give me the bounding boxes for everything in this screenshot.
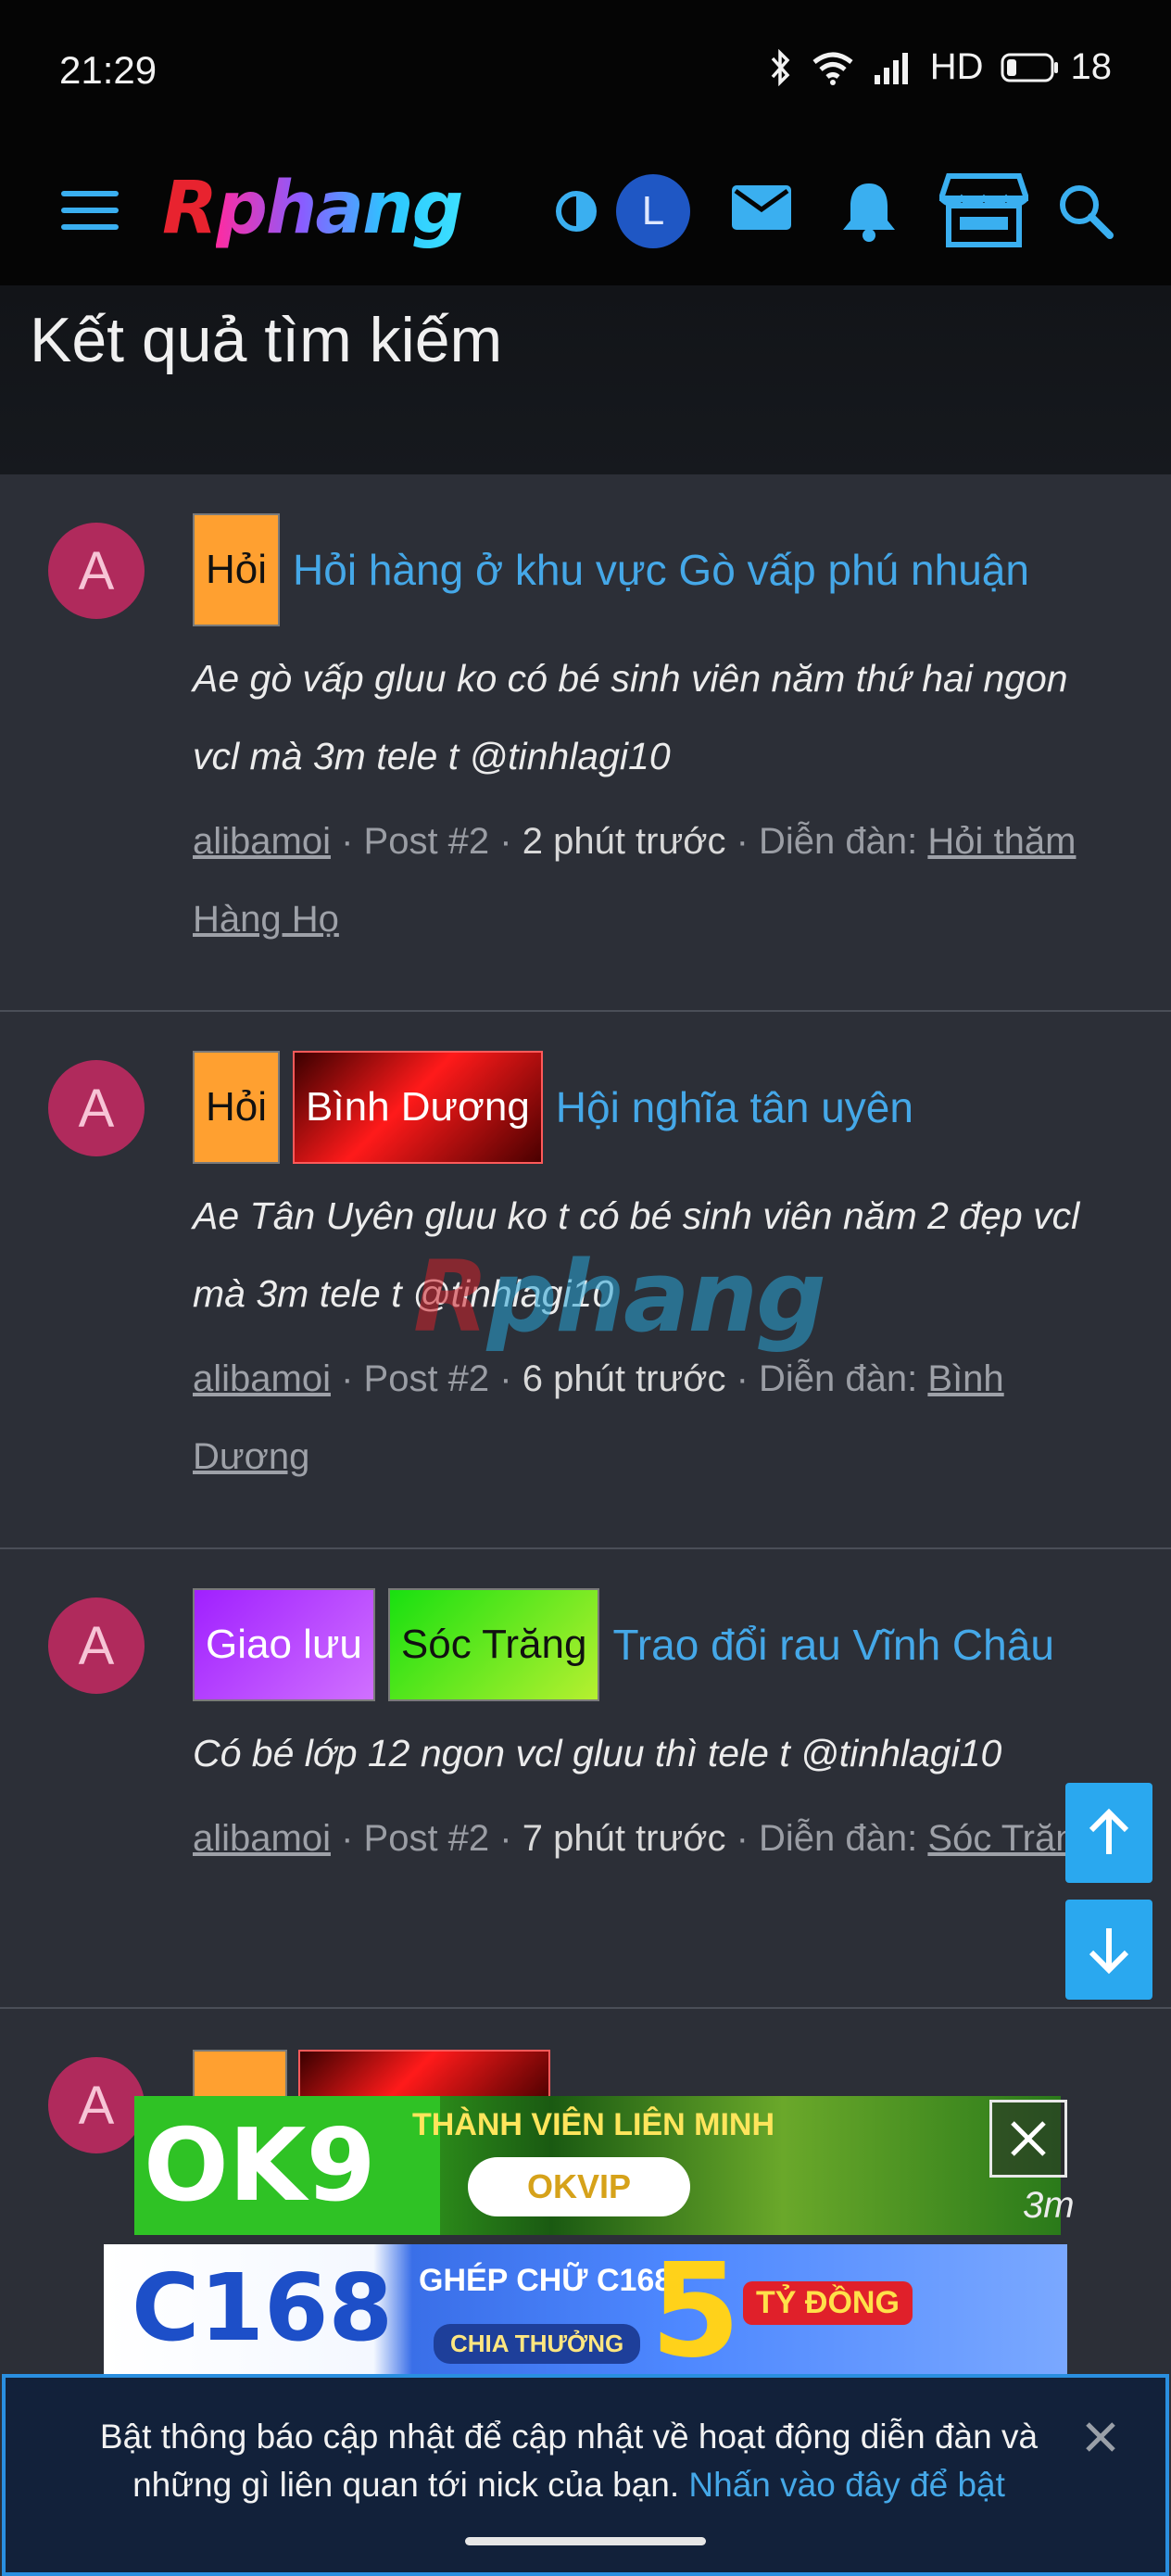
author-link[interactable]: alibamoi xyxy=(193,1818,331,1859)
page-title: Kết quả tìm kiếm xyxy=(30,305,503,375)
result-snippet: Có bé lớp 12 ngon vcl gluu thì tele t @t… xyxy=(193,1732,1002,1774)
forum-label: Diễn đàn: xyxy=(759,1358,918,1399)
ad-amount: 5 xyxy=(650,2244,741,2380)
result-title-line: Hỏi Hỏi hàng ở khu vực Gò vấp phú nhuận xyxy=(193,513,1115,626)
bell-icon[interactable] xyxy=(838,178,900,247)
author-link[interactable]: alibamoi xyxy=(193,1358,331,1399)
post-time: 6 phút trước xyxy=(522,1358,726,1399)
scroll-to-bottom-button[interactable] xyxy=(1065,1900,1152,2000)
ad-close-button[interactable] xyxy=(989,2100,1067,2178)
post-number: Post #2 xyxy=(363,821,490,862)
result-meta: alibamoi · Post #2 · 6 phút trước · Diễn… xyxy=(193,1358,1004,1477)
result-title-line: Giao lưu Sóc Trăng Trao đổi rau Vĩnh Châ… xyxy=(193,1588,1115,1701)
author-avatar[interactable]: A xyxy=(48,2057,145,2153)
notification-message: Bật thông báo cập nhật để cập nhật về ho… xyxy=(59,2413,1078,2509)
arrow-up-icon xyxy=(1089,1808,1129,1854)
result-content: Giao lưu Sóc Trăng Trao đổi rau Vĩnh Châ… xyxy=(193,1588,1115,1877)
author-avatar[interactable]: A xyxy=(48,1060,145,1156)
thread-title-link[interactable]: Trao đổi rau Vĩnh Châu xyxy=(612,1620,1053,1670)
push-notification-prompt: Bật thông báo cập nhật để cập nhật về ho… xyxy=(2,2374,1169,2576)
page-title-band: Kết quả tìm kiếm xyxy=(0,285,1171,474)
wifi-icon xyxy=(812,49,854,86)
home-indicator[interactable] xyxy=(465,2537,706,2545)
site-watermark: Rphang xyxy=(413,1240,826,1354)
result-snippet: Ae gò vấp gluu ko có bé sinh viên năm th… xyxy=(193,657,1068,777)
battery-icon xyxy=(1001,53,1058,82)
prefix-tag[interactable]: Hỏi xyxy=(193,1051,281,1164)
theme-toggle-icon[interactable] xyxy=(554,189,598,238)
prefix-tag[interactable]: Bình Dương xyxy=(293,1051,543,1164)
status-time: 21:29 xyxy=(59,48,157,92)
search-result: A Hỏi Hỏi hàng ở khu vực Gò vấp phú nhuậ… xyxy=(0,474,1171,1012)
result-content: Hỏi Hỏi hàng ở khu vực Gò vấp phú nhuận … xyxy=(193,513,1115,958)
forum-label: Diễn đàn: xyxy=(759,1818,918,1859)
menu-icon[interactable] xyxy=(59,187,120,238)
prefix-tag[interactable]: Sóc Trăng xyxy=(387,1588,600,1701)
site-header: Rphang L xyxy=(0,141,1171,285)
store-icon[interactable] xyxy=(937,172,1031,253)
battery-indicator: 18 xyxy=(1001,46,1113,88)
ad-subtitle: CHIA THƯỞNG xyxy=(434,2324,641,2364)
battery-level: 18 xyxy=(1070,46,1113,87)
ad-tagline: GHÉP CHỮ C168 xyxy=(419,2263,673,2298)
scroll-to-top-button[interactable] xyxy=(1065,1783,1152,1883)
post-number: Post #2 xyxy=(363,1358,490,1399)
mail-icon[interactable] xyxy=(730,182,793,238)
ad-unit: TỶ ĐỒNG xyxy=(743,2281,913,2325)
thread-title-link[interactable]: Hỏi hàng ở khu vực Gò vấp phú nhuận xyxy=(293,545,1029,595)
arrow-down-icon xyxy=(1089,1928,1129,1975)
author-avatar[interactable]: A xyxy=(48,523,145,619)
close-icon xyxy=(1011,2121,1046,2156)
notification-close-icon[interactable] xyxy=(1082,2418,1119,2460)
search-result: A Giao lưu Sóc Trăng Trao đổi rau Vĩnh C… xyxy=(0,1549,1171,2009)
search-icon[interactable] xyxy=(1056,182,1114,244)
post-number: Post #2 xyxy=(363,1818,490,1859)
prefix-tag[interactable]: Hỏi xyxy=(193,513,281,626)
covered-text: 3m xyxy=(1023,2185,1075,2226)
site-logo[interactable]: Rphang xyxy=(162,167,463,250)
signal-icon xyxy=(871,49,913,86)
result-meta: alibamoi · Post #2 · 7 phút trước · Diễn… xyxy=(193,1818,1097,1859)
ad-tagline: THÀNH VIÊN LIÊN MINH xyxy=(412,2107,774,2142)
author-link[interactable]: alibamoi xyxy=(193,821,331,862)
post-time: 2 phút trước xyxy=(522,821,726,862)
ad-brand: C168 xyxy=(132,2254,394,2362)
thread-title-link[interactable]: Hội nghĩa tân uyên xyxy=(556,1082,913,1132)
status-bar: 21:29 HD 18 xyxy=(0,0,1171,141)
post-time: 7 phút trước xyxy=(522,1818,726,1859)
ad-brand: OK9 xyxy=(134,2096,440,2235)
author-avatar[interactable]: A xyxy=(48,1597,145,1694)
user-avatar[interactable]: L xyxy=(616,174,690,248)
prefix-tag[interactable]: Giao lưu xyxy=(193,1588,375,1701)
enable-notifications-link[interactable]: Nhấn vào đây để bật xyxy=(688,2466,1004,2504)
ad-banner-c168[interactable]: C168 GHÉP CHỮ C168 CHIA THƯỞNG 5 TỶ ĐỒNG xyxy=(104,2244,1067,2380)
ad-banner-ok9[interactable]: OK9 THÀNH VIÊN LIÊN MINH OKVIP xyxy=(134,2096,1061,2235)
forum-label: Diễn đàn: xyxy=(759,821,918,862)
bluetooth-icon xyxy=(767,48,795,86)
ad-badge: OKVIP xyxy=(468,2157,690,2216)
result-title-line: Hỏi Bình Dương Hội nghĩa tân uyên xyxy=(193,1051,1115,1164)
result-meta: alibamoi · Post #2 · 2 phút trước · Diễn… xyxy=(193,821,1077,940)
network-type-label: HD xyxy=(929,46,984,87)
status-icons: HD 18 xyxy=(767,46,1112,88)
